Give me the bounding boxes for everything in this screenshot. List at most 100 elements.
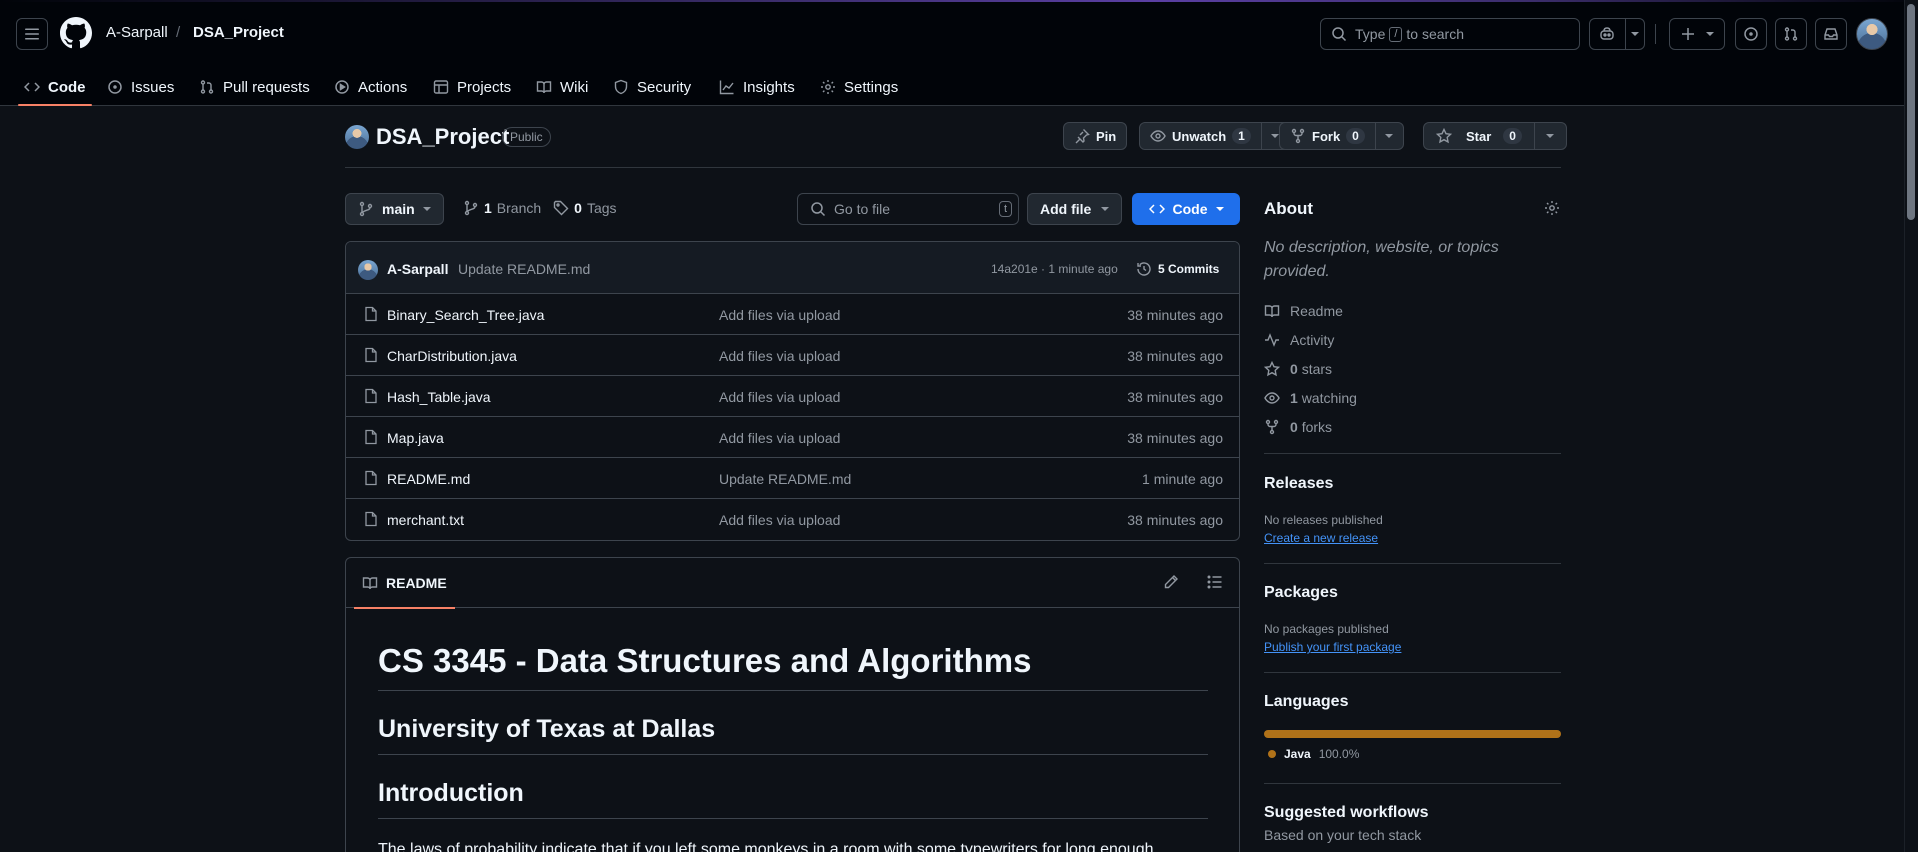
- repo-title[interactable]: DSA_Project: [376, 124, 509, 150]
- stars-label: stars: [1301, 361, 1333, 377]
- tab-wiki[interactable]: Wiki: [536, 68, 588, 106]
- scrollbar-thumb[interactable]: [1907, 4, 1915, 220]
- repo-forked-icon: [1290, 128, 1306, 144]
- file-name[interactable]: Binary_Search_Tree.java: [387, 307, 544, 323]
- history-icon: [1136, 261, 1152, 277]
- watchers-link[interactable]: 1 watching: [1264, 390, 1357, 406]
- file-time: 1 minute ago: [1142, 471, 1223, 487]
- activity-link[interactable]: Activity: [1264, 332, 1334, 348]
- star-icon: [1264, 361, 1280, 377]
- breadcrumb-repo[interactable]: DSA_Project: [193, 24, 284, 41]
- file-name[interactable]: CharDistribution.java: [387, 348, 517, 364]
- breadcrumb-owner[interactable]: A-Sarpall: [106, 24, 168, 41]
- pin-button[interactable]: Pin: [1063, 122, 1128, 150]
- fork-dropdown-button[interactable]: [1374, 123, 1403, 149]
- visibility-badge: Public: [502, 127, 551, 147]
- tab-security[interactable]: Security: [613, 68, 691, 106]
- tab-actions[interactable]: Actions: [334, 68, 407, 106]
- table-row[interactable]: CharDistribution.java Add files via uplo…: [346, 335, 1239, 376]
- owner-avatar[interactable]: [345, 125, 369, 149]
- star-button[interactable]: Star 0: [1424, 123, 1534, 149]
- table-row[interactable]: merchant.txt Add files via upload 38 min…: [346, 499, 1239, 540]
- tab-pull-requests[interactable]: Pull requests: [199, 68, 310, 106]
- file-commit-message[interactable]: Add files via upload: [719, 389, 840, 405]
- packages-heading[interactable]: Packages: [1264, 584, 1338, 602]
- commit-message[interactable]: Update README.md: [458, 261, 590, 277]
- file-commit-message[interactable]: Add files via upload: [719, 430, 840, 446]
- tab-settings[interactable]: Settings: [820, 68, 898, 106]
- search-shortcut-key: /: [1389, 26, 1403, 42]
- table-row[interactable]: Hash_Table.java Add files via upload 38 …: [346, 376, 1239, 417]
- page-scrollbar[interactable]: [1904, 0, 1918, 852]
- table-row[interactable]: README.md Update README.md 1 minute ago: [346, 458, 1239, 499]
- branch-label: Branch: [496, 200, 542, 216]
- forks-link[interactable]: 0 forks: [1264, 419, 1332, 435]
- fork-count: 0: [1346, 128, 1365, 144]
- file-commit-message[interactable]: Update README.md: [719, 471, 851, 487]
- triangle-down-icon: [1630, 30, 1639, 38]
- user-avatar[interactable]: [1856, 18, 1888, 50]
- star-label: Star: [1466, 128, 1492, 144]
- branch-select-button[interactable]: main: [345, 193, 444, 225]
- tab-projects[interactable]: Projects: [433, 68, 511, 106]
- tab-readme[interactable]: README: [354, 558, 455, 609]
- code-button[interactable]: Code: [1132, 193, 1240, 225]
- notifications-button[interactable]: [1815, 18, 1847, 50]
- add-file-button[interactable]: Add file: [1027, 193, 1123, 225]
- language-color-dot: [1268, 750, 1276, 758]
- git-branch-icon: [463, 200, 479, 216]
- unwatch-button[interactable]: Unwatch 1: [1140, 123, 1261, 149]
- your-pull-requests-button[interactable]: [1775, 18, 1807, 50]
- fork-button[interactable]: Fork 0: [1280, 123, 1375, 149]
- file-name[interactable]: README.md: [387, 471, 470, 487]
- tab-issues[interactable]: Issues: [107, 68, 174, 106]
- commits-label: 5 Commits: [1158, 262, 1220, 276]
- commit-author-avatar[interactable]: [358, 260, 378, 280]
- create-release-link[interactable]: Create a new release: [1264, 531, 1378, 545]
- star-count: 0: [1503, 128, 1522, 144]
- global-search-input[interactable]: Type / to search: [1320, 18, 1580, 50]
- about-heading: About: [1264, 199, 1314, 218]
- gear-icon[interactable]: [1544, 200, 1560, 216]
- readme-heading-2: Introduction: [378, 755, 1208, 819]
- go-to-file-input[interactable]: Go to file t: [797, 193, 1019, 225]
- stars-link[interactable]: 0 stars: [1264, 361, 1332, 377]
- branch-count: 1: [484, 200, 492, 216]
- three-bars-icon: [24, 26, 40, 42]
- pencil-icon[interactable]: [1163, 574, 1179, 590]
- your-issues-button[interactable]: [1735, 18, 1767, 50]
- file-icon: [363, 470, 379, 486]
- star-list-dropdown-button[interactable]: [1533, 123, 1566, 149]
- publish-package-link[interactable]: Publish your first package: [1264, 640, 1401, 654]
- github-logo-icon[interactable]: [60, 17, 92, 49]
- file-time: 38 minutes ago: [1127, 307, 1223, 323]
- file-commit-message[interactable]: Add files via upload: [719, 307, 840, 323]
- hamburger-menu-button[interactable]: [16, 18, 48, 50]
- table-row[interactable]: Map.java Add files via upload 38 minutes…: [346, 417, 1239, 458]
- file-name[interactable]: merchant.txt: [387, 512, 464, 528]
- branches-link[interactable]: 1 Branch: [463, 200, 541, 216]
- file-commit-message[interactable]: Add files via upload: [719, 348, 840, 364]
- commit-author[interactable]: A-Sarpall: [387, 261, 448, 277]
- commits-link[interactable]: 5 Commits: [1136, 261, 1219, 277]
- tags-link[interactable]: 0 Tags: [553, 200, 617, 216]
- inbox-icon: [1823, 26, 1839, 42]
- readme-header: README: [346, 558, 1239, 609]
- suggested-workflows-subtitle: Based on your tech stack: [1264, 827, 1422, 843]
- releases-heading[interactable]: Releases: [1264, 475, 1333, 493]
- copilot-button[interactable]: [1590, 19, 1625, 49]
- tab-insights[interactable]: Insights: [719, 68, 795, 106]
- list-unordered-icon[interactable]: [1207, 574, 1223, 590]
- file-name[interactable]: Map.java: [387, 430, 444, 446]
- create-new-button[interactable]: [1669, 18, 1725, 50]
- activity-link-label: Activity: [1290, 332, 1335, 348]
- suggested-workflows-heading: Suggested workflows: [1264, 804, 1429, 821]
- table-row[interactable]: Binary_Search_Tree.java Add files via up…: [346, 294, 1239, 335]
- file-name[interactable]: Hash_Table.java: [387, 389, 491, 405]
- commit-meta[interactable]: 14a201e · 1 minute ago: [991, 262, 1118, 276]
- language-item-java[interactable]: Java 100.0%: [1268, 747, 1359, 761]
- copilot-dropdown-button[interactable]: [1624, 19, 1644, 49]
- readme-link[interactable]: Readme: [1264, 303, 1343, 319]
- tab-code[interactable]: Code: [18, 68, 91, 106]
- file-commit-message[interactable]: Add files via upload: [719, 512, 840, 528]
